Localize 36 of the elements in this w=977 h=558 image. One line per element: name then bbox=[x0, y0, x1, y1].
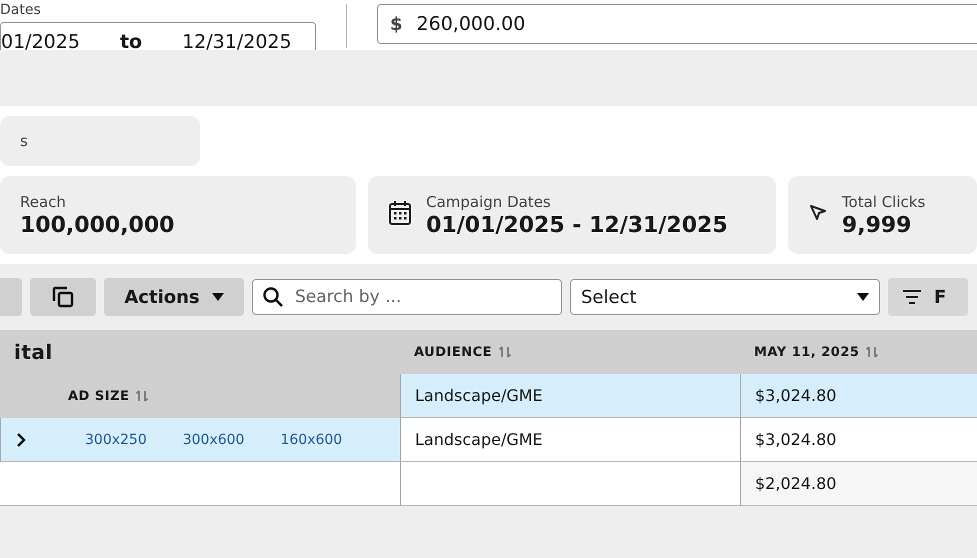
currency-symbol: $ bbox=[390, 14, 403, 34]
table-cell: $3,024.80 bbox=[740, 374, 977, 418]
copy-icon bbox=[50, 284, 76, 310]
select-dropdown[interactable]: Select bbox=[570, 279, 880, 315]
stat-value: 9,999 bbox=[842, 212, 912, 238]
stat-label: Total Clicks bbox=[842, 192, 926, 210]
table-cell: $2,024.80 bbox=[740, 462, 977, 506]
calendar-icon bbox=[388, 200, 412, 226]
column-header[interactable]: MAY 11, 2025 bbox=[740, 330, 977, 374]
search-icon bbox=[262, 286, 284, 308]
sort-icon[interactable] bbox=[135, 389, 150, 403]
caret-icon bbox=[212, 293, 224, 301]
sort-icon[interactable] bbox=[865, 345, 880, 359]
filter-icon bbox=[902, 290, 922, 304]
ad-size-link[interactable]: 300x250 bbox=[85, 432, 147, 448]
stat-label: Reach bbox=[20, 192, 67, 210]
table-cell: Landscape/GME bbox=[400, 418, 740, 462]
stat-label: s bbox=[20, 132, 28, 150]
ad-size-link[interactable]: 300x600 bbox=[182, 432, 244, 448]
stat-value: 01/01/2025 - 12/31/2025 bbox=[426, 212, 728, 238]
field-label: Dates bbox=[0, 2, 41, 18]
stat-label: Campaign Dates bbox=[426, 192, 552, 210]
cursor-icon bbox=[808, 203, 828, 223]
search-field[interactable]: Search by ... bbox=[252, 279, 562, 315]
column-header[interactable]: AD SIZE bbox=[0, 374, 400, 418]
copy-button[interactable] bbox=[30, 278, 96, 316]
caret-icon bbox=[857, 293, 869, 301]
stat-value: 100,000,000 bbox=[20, 212, 174, 238]
table-cell: Landscape/GME bbox=[400, 374, 740, 418]
budget-field[interactable]: $ 260,000.00 bbox=[377, 4, 977, 44]
ad-size-link[interactable]: 160x600 bbox=[280, 432, 342, 448]
group-title: ital bbox=[14, 340, 53, 364]
sort-icon[interactable] bbox=[498, 345, 512, 359]
column-header[interactable]: AUDIENCE bbox=[400, 330, 740, 374]
actions-menu-button[interactable]: Actions bbox=[104, 278, 244, 316]
filter-button[interactable]: F bbox=[888, 278, 968, 316]
